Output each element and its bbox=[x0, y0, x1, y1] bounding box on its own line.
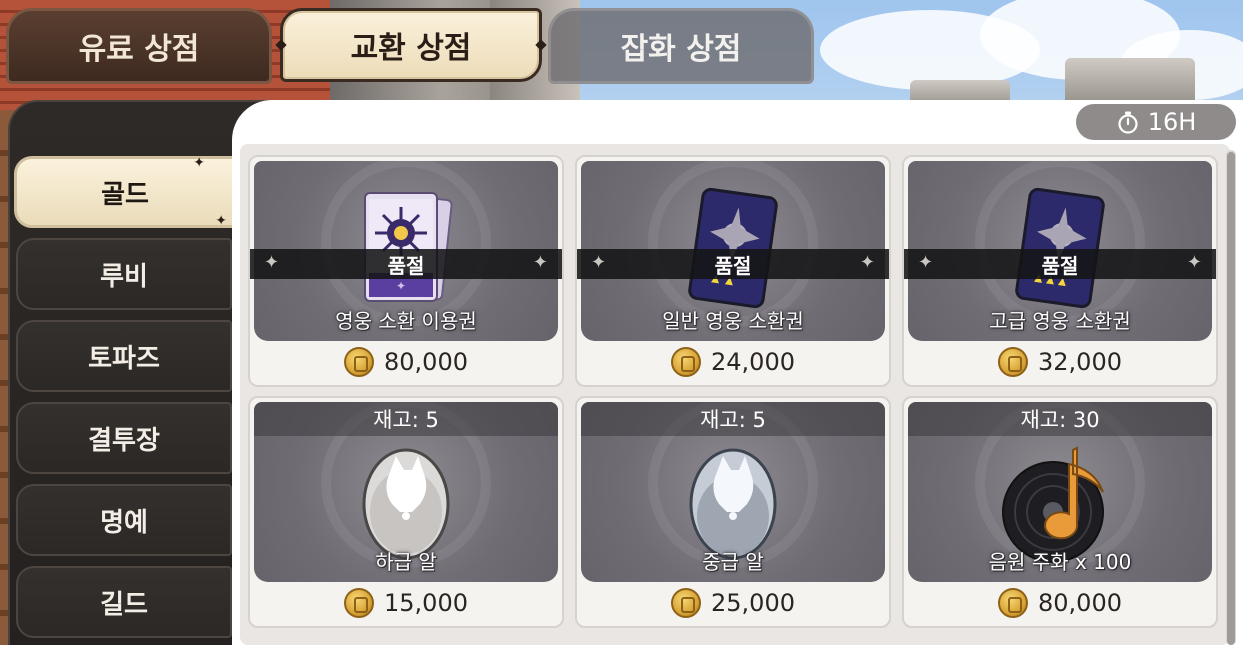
tab-exchange-shop[interactable]: 교환 상점 bbox=[275, 8, 547, 82]
gold-coin-icon bbox=[344, 347, 374, 377]
item-price: 15,000 bbox=[250, 580, 562, 626]
sold-out-banner: ✦ 품절 ✦ bbox=[577, 249, 889, 279]
item-price: 80,000 bbox=[904, 580, 1216, 626]
shop-item-card[interactable]: ✦ ✦ 품절 ✦ 영웅 소환 이용권 80,000 bbox=[248, 155, 564, 387]
sold-out-label: 품절 bbox=[714, 253, 752, 278]
tab-general-shop-label: 잡화 상점 bbox=[620, 32, 742, 67]
item-price: 25,000 bbox=[577, 580, 889, 626]
stock-indicator: 재고: 30 bbox=[908, 402, 1212, 436]
sold-out-banner: ✦ 품절 ✦ bbox=[904, 249, 1216, 279]
item-name: 하급 알 bbox=[375, 550, 437, 574]
shop-item-card[interactable]: 재고: 5 중급 알 25,000 bbox=[575, 396, 891, 628]
timer-value: 16H bbox=[1147, 108, 1197, 136]
stock-value: 재고: 30 bbox=[1020, 408, 1100, 432]
sold-out-label: 품절 bbox=[387, 253, 425, 278]
sparkle-icon: ✦ bbox=[591, 252, 607, 273]
gold-coin-icon bbox=[998, 347, 1028, 377]
side-item-topaz[interactable]: 토파즈 bbox=[16, 320, 232, 392]
item-price-value: 15,000 bbox=[384, 589, 468, 617]
item-name: 영웅 소환 이용권 bbox=[335, 309, 477, 333]
side-item-label: 결투장 bbox=[88, 425, 160, 456]
stopwatch-icon bbox=[1118, 111, 1138, 134]
item-name: 고급 영웅 소환권 bbox=[989, 309, 1131, 333]
sparkle-icon: ✦ bbox=[1186, 252, 1202, 273]
sparkle-icon: ✦ bbox=[264, 252, 280, 273]
stock-indicator: 재고: 5 bbox=[581, 402, 885, 436]
gold-coin-icon bbox=[671, 588, 701, 618]
premium-hero-summon-card-icon bbox=[1015, 187, 1105, 309]
music-record-coin-icon bbox=[1002, 446, 1104, 563]
shop-item-card[interactable]: ✦ 품절 ✦ 고급 영웅 소환권 32,000 bbox=[902, 155, 1218, 387]
stock-value: 재고: 5 bbox=[373, 408, 439, 432]
item-name: 중급 알 bbox=[702, 550, 764, 574]
shop-item-card[interactable]: 재고: 5 하급 알 15,000 bbox=[248, 396, 564, 628]
stock-value: 재고: 5 bbox=[700, 408, 766, 432]
tab-paid-shop[interactable]: 유료 상점 bbox=[6, 8, 272, 84]
gold-coin-icon bbox=[344, 588, 374, 618]
mid-grade-egg-icon bbox=[689, 448, 777, 560]
item-price-value: 25,000 bbox=[711, 589, 795, 617]
sparkle-icon: ✦ bbox=[193, 155, 205, 171]
tab-exchange-shop-label: 교환 상점 bbox=[350, 31, 472, 66]
side-item-label: 루비 bbox=[100, 261, 148, 292]
side-item-honor[interactable]: 명예 bbox=[16, 484, 232, 556]
item-price-value: 32,000 bbox=[1038, 348, 1122, 376]
item-name: 음원 주화 x 100 bbox=[988, 550, 1132, 574]
sparkle-icon: ✦ bbox=[215, 213, 227, 229]
side-item-gold[interactable]: 골드 ✦ ✦ bbox=[14, 155, 236, 229]
stock-indicator: 재고: 5 bbox=[254, 402, 558, 436]
sold-out-banner: ✦ 품절 ✦ bbox=[250, 249, 562, 279]
tab-general-shop[interactable]: 잡화 상점 bbox=[548, 8, 814, 84]
side-item-guild[interactable]: 길드 bbox=[16, 566, 232, 638]
side-item-label: 길드 bbox=[100, 589, 148, 620]
shop-item-card[interactable]: 재고: 30 음원 주화 x 100 80,000 bbox=[902, 396, 1218, 628]
normal-hero-summon-card-icon bbox=[688, 187, 778, 309]
side-item-label: 토파즈 bbox=[88, 343, 160, 374]
item-price-value: 24,000 bbox=[711, 348, 795, 376]
gold-coin-icon bbox=[671, 347, 701, 377]
sparkle-icon: ✦ bbox=[859, 252, 875, 273]
svg-text:✦: ✦ bbox=[396, 279, 406, 293]
sold-out-label: 품절 bbox=[1041, 253, 1079, 278]
shop-item-card[interactable]: ✦ 품절 ✦ 일반 영웅 소환권 24,000 bbox=[575, 155, 891, 387]
hero-summon-ticket-icon: ✦ bbox=[364, 192, 453, 302]
refresh-timer: 16H bbox=[1076, 104, 1236, 140]
low-grade-egg-icon bbox=[362, 448, 450, 560]
scrollbar-thumb[interactable] bbox=[1227, 152, 1235, 645]
item-name: 일반 영웅 소환권 bbox=[662, 309, 804, 333]
sparkle-icon: ✦ bbox=[532, 252, 548, 273]
item-price: 24,000 bbox=[577, 339, 889, 385]
item-price: 32,000 bbox=[904, 339, 1216, 385]
gold-coin-icon bbox=[998, 588, 1028, 618]
side-item-arena[interactable]: 결투장 bbox=[16, 402, 232, 474]
sparkle-icon: ✦ bbox=[918, 252, 934, 273]
item-price-value: 80,000 bbox=[384, 348, 468, 376]
side-item-label: 명예 bbox=[100, 507, 148, 538]
tab-paid-shop-label: 유료 상점 bbox=[78, 32, 200, 67]
item-price: 80,000 bbox=[250, 339, 562, 385]
side-item-ruby[interactable]: 루비 bbox=[16, 238, 232, 310]
side-item-label: 골드 bbox=[101, 179, 149, 210]
item-price-value: 80,000 bbox=[1038, 589, 1122, 617]
